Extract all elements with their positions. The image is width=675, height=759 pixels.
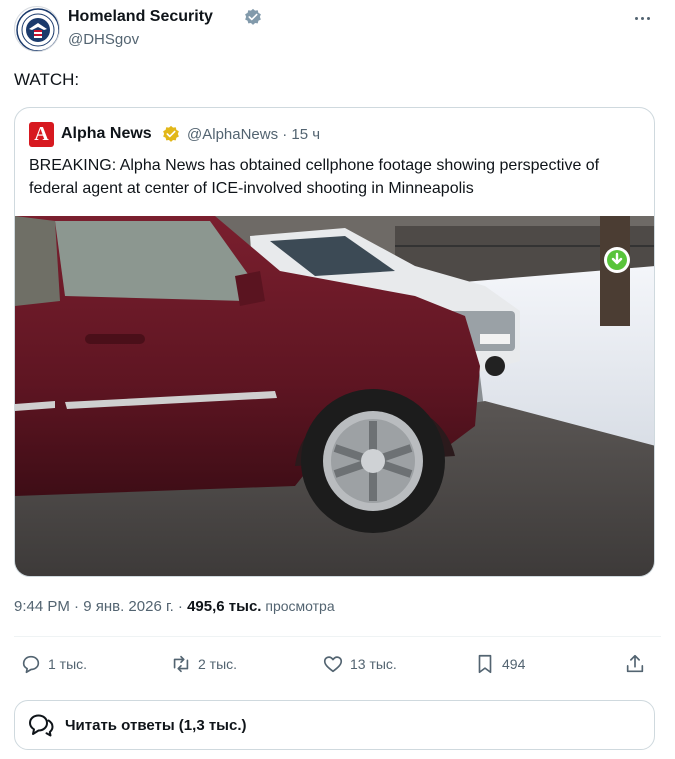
more-options-button[interactable]	[627, 6, 657, 30]
bookmark-count: 494	[502, 656, 526, 672]
like-button[interactable]: 13 тыс.	[322, 649, 397, 679]
reply-count: 1 тыс.	[48, 656, 88, 672]
heart-icon	[323, 656, 343, 673]
bookmark-button[interactable]: 494	[474, 649, 525, 679]
quoted-handle-time[interactable]: @AlphaNews · 15 ч	[187, 126, 320, 143]
verified-gold-badge-icon	[163, 125, 179, 142]
share-icon	[626, 654, 644, 673]
alpha-news-logo: A	[29, 122, 54, 147]
dot-icon	[640, 16, 644, 20]
reply-icon	[22, 655, 40, 674]
like-count: 13 тыс.	[350, 656, 397, 672]
repost-icon	[173, 655, 189, 673]
dhs-seal-avatar[interactable]	[14, 6, 60, 52]
author-handle[interactable]: @DHSgov	[68, 31, 139, 48]
post-header: Homeland Security @DHSgov	[14, 6, 661, 54]
author-name[interactable]: Homeland Security	[68, 8, 213, 26]
view-count: 495,6 тыс.	[187, 598, 262, 615]
download-icon[interactable]	[604, 247, 630, 273]
read-replies-label: Читать ответы (1,3 тыс.)	[65, 716, 247, 734]
quoted-post-card[interactable]: A Alpha News @AlphaNews · 15 ч BREAKING:…	[14, 107, 655, 577]
post-meta: 9:44 PM · 9 янв. 2026 г. · 495,6 тыс. пр…	[14, 598, 335, 615]
chat-bubbles-icon	[29, 714, 54, 737]
quoted-text: BREAKING: Alpha News has obtained cellph…	[29, 157, 600, 197]
verified-badge-icon	[245, 8, 261, 25]
reply-button[interactable]: 1 тыс.	[20, 649, 87, 679]
repost-button[interactable]: 2 тыс.	[170, 649, 237, 679]
views-label: просмотра	[261, 598, 335, 614]
action-bar: 1 тыс. 2 тыс. 13 тыс. 494	[14, 649, 661, 679]
bookmark-icon	[478, 654, 492, 674]
post-timestamp[interactable]: 9:44 PM · 9 янв. 2026 г. ·	[14, 598, 187, 615]
dot-icon	[646, 16, 650, 20]
post-text: WATCH:	[14, 70, 80, 89]
repost-count: 2 тыс.	[198, 656, 238, 672]
dot-icon	[634, 16, 638, 20]
read-replies-button[interactable]: Читать ответы (1,3 тыс.)	[14, 700, 655, 750]
video-thumbnail[interactable]	[15, 216, 654, 576]
share-button[interactable]	[624, 649, 646, 679]
divider	[14, 636, 661, 637]
quoted-author-name[interactable]: Alpha News	[61, 125, 152, 143]
